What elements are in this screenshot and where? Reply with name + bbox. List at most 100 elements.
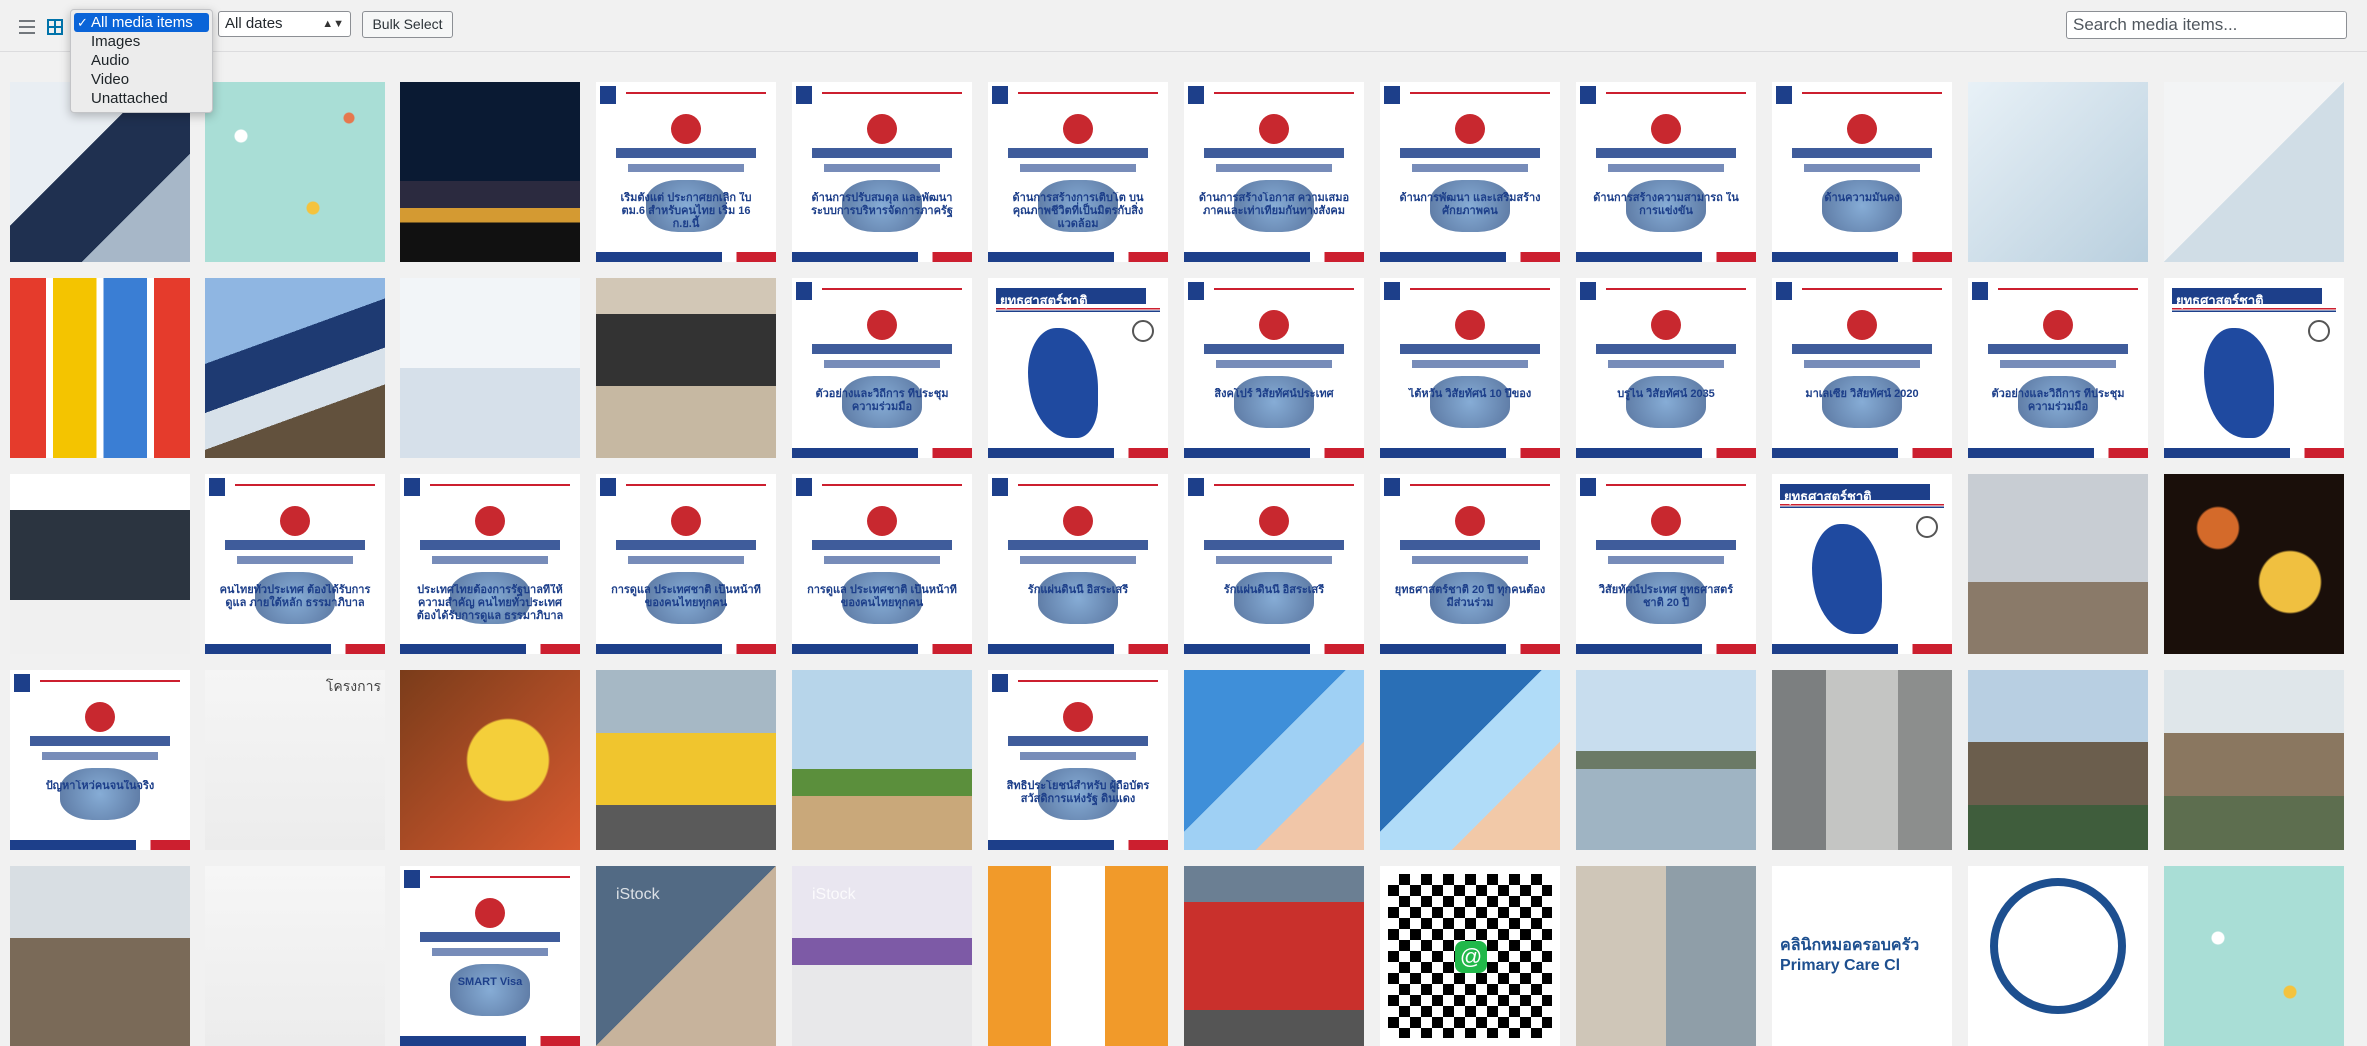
attachment-thumbnail: รักแผ่นดินนี้ อิสระเสรี <box>988 474 1168 654</box>
media-attachment-housing[interactable]: ปัญหาโหว่คนจนในจริง <box>10 670 190 850</box>
media-attachment-buses[interactable] <box>10 278 190 458</box>
media-attachment-slum-houses[interactable] <box>1968 670 2148 850</box>
media-attachment-smart-visa[interactable]: SMART Visa <box>400 866 580 1046</box>
poster-clock <box>2308 320 2330 342</box>
media-attachment-devices-website[interactable] <box>10 474 190 654</box>
attachment-thumbnail: วิสัยทัศน์ประเทศ ยุทธศาสตร์ชาติ 20 ปี <box>1576 474 1756 654</box>
media-attachment-demolition[interactable] <box>10 866 190 1046</box>
attachment-thumbnail: ยุทธศาสตร์ชาติ <box>988 278 1168 458</box>
type-option-images[interactable]: Images <box>71 32 212 51</box>
media-attachment-benefits-card[interactable]: สิทธิประโยชน์สำหรับ ผู้ถือบัตรสวัสดิการแ… <box>988 670 1168 850</box>
poster-redline <box>1410 288 1550 290</box>
type-option-unattached[interactable]: Unattached <box>71 89 212 108</box>
search-media-input[interactable] <box>2066 11 2347 39</box>
media-attachment-tv-logo[interactable] <box>1968 866 2148 1046</box>
media-attachment-id-card-2[interactable] <box>1380 670 1560 850</box>
attachment-thumbnail: ด้านความมั่นคง <box>1772 82 1952 262</box>
media-attachment-business-people-walking[interactable] <box>400 278 580 458</box>
media-attachment-brunei[interactable]: บรูไน วิสัยทัศน์ 2035 <box>1576 278 1756 458</box>
media-attachment-baby-clinic[interactable] <box>2164 82 2344 262</box>
type-option-audio[interactable]: Audio <box>71 51 212 70</box>
media-attachment-istock-train[interactable]: iStock <box>792 866 972 1046</box>
poster-logo <box>1384 86 1400 104</box>
media-attachment-pm-quote-4[interactable]: การดูแล ประเทศชาติ เป็นหน้าที่ ของคนไทยท… <box>792 474 972 654</box>
poster-map <box>1028 328 1098 438</box>
media-attachment-policy-2[interactable]: ด้านการสร้างความสามารถ ในการแข่งขัน <box>1576 82 1756 262</box>
poster-logo <box>600 86 616 104</box>
media-attachment-airport-night[interactable] <box>400 82 580 262</box>
bulk-select-button[interactable]: Bulk Select <box>362 11 453 38</box>
media-attachment-taiwan[interactable]: ไต้หวัน วิสัยทัศน์ 10 ปีของ <box>1380 278 1560 458</box>
thumbnail-caption: ปัญหาโหว่คนจนในจริง <box>45 780 155 792</box>
media-attachment-clinic-logo[interactable]: คลินิกหมอครอบครัว Primary Care Cl <box>1772 866 1952 1046</box>
media-attachment-elderly-collage[interactable] <box>1576 866 1756 1046</box>
media-attachment-pills-teal[interactable] <box>205 82 385 262</box>
media-attachment-asean-costumes[interactable]: ตัวอย่างและวิถีการ ที่ประชุมความร่วมมือ <box>792 278 972 458</box>
poster-title-bar2 <box>237 556 353 564</box>
poster-title-bar <box>1596 344 1736 354</box>
thumbnail-caption: ด้านการปรับสมดุล และพัฒนาระบบการบริหารจั… <box>811 192 953 217</box>
attachment-thumbnail: คนไทยทั่วประเทศ ต้องได้รับการดูแล ภายใต้… <box>205 474 385 654</box>
attachment-thumbnail: ด้านการสร้างโอกาส ความเสมอภาคและเท่าเทีย… <box>1184 82 1364 262</box>
media-attachment-highspeed-train[interactable] <box>205 278 385 458</box>
media-attachment-policy-5[interactable]: ด้านการสร้างการเติบโต บนคุณภาพชีวิตที่เป… <box>988 82 1168 262</box>
poster-title-bar2 <box>824 164 940 172</box>
media-attachment-malaysia[interactable]: มาเลเซีย วิสัยทัศน์ 2020 <box>1772 278 1952 458</box>
media-attachment-singapore[interactable]: สิงคโปร์ วิสัยทัศน์ประเทศ <box>1184 278 1364 458</box>
thumbnail-caption: การดูแล ประเทศชาติ เป็นหน้าที่ ของคนไทยท… <box>807 584 957 609</box>
media-attachment-strategy-map-2[interactable]: ยุทธศาสตร์ชาติ <box>2164 278 2344 458</box>
media-attachment-empty-room[interactable] <box>1772 670 1952 850</box>
media-attachment-policy-4[interactable]: ด้านการสร้างโอกาส ความเสมอภาคและเท่าเทีย… <box>1184 82 1364 262</box>
grid-view-button[interactable] <box>45 17 65 37</box>
poster-title-bar <box>616 148 756 158</box>
media-attachment-pm-quote-5[interactable]: รักแผ่นดินนี้ อิสระเสรี <box>988 474 1168 654</box>
poster-title-bar2 <box>1020 752 1136 760</box>
attachment-thumbnail <box>2164 670 2344 850</box>
poster-circle <box>1651 310 1681 340</box>
media-attachment-feet-shoes[interactable] <box>1968 474 2148 654</box>
media-attachment-strategy-6[interactable]: ยุทธศาสตร์ชาติ 20 ปี ทุกคนต้องมีส่วนร่วม <box>1380 474 1560 654</box>
attachment-thumbnail: ด้านการสร้างความสามารถ ในการแข่งขัน <box>1576 82 1756 262</box>
media-attachment-laptop-website[interactable] <box>596 278 776 458</box>
media-attachment-pm-quote-6[interactable]: รักแผ่นดินนี้ อิสระเสรี <box>1184 474 1364 654</box>
media-attachment-riverside-houses[interactable] <box>2164 670 2344 850</box>
media-attachment-phone-wifi-bokeh[interactable] <box>2164 474 2344 654</box>
media-attachment-istock-team[interactable]: iStock <box>596 866 776 1046</box>
media-attachment-red-bus[interactable] <box>1184 866 1364 1046</box>
media-attachment-rail-map[interactable]: โครงการ <box>205 670 385 850</box>
media-attachment-pm-quote-3[interactable]: การดูแล ประเทศชาติ เป็นหน้าที่ ของคนไทยท… <box>596 474 776 654</box>
media-attachment-asean-costumes-2[interactable]: ตัวอย่างและวิถีการ ที่ประชุมความร่วมมือ <box>1968 278 2148 458</box>
attachment-thumbnail <box>1184 670 1364 850</box>
poster-stripe <box>1184 644 1364 654</box>
media-attachment-vision[interactable]: วิสัยทัศน์ประเทศ ยุทธศาสตร์ชาติ 20 ปี <box>1576 474 1756 654</box>
media-attachment-pills-teal-2[interactable] <box>2164 866 2344 1046</box>
media-attachment-purple-line-map[interactable] <box>205 866 385 1046</box>
poster-title-bar2 <box>1412 360 1528 368</box>
poster-logo <box>1188 86 1204 104</box>
media-attachment-doctor-hands[interactable] <box>1968 82 2148 262</box>
media-attachment-pm-quote-1[interactable]: คนไทยทั่วประเทศ ต้องได้รับการดูแล ภายใต้… <box>205 474 385 654</box>
media-attachment-canal[interactable] <box>1576 670 1756 850</box>
list-view-button[interactable] <box>17 17 37 37</box>
attachment-thumbnail: ด้านการพัฒนา และเสริมสร้างศักยภาพคน <box>1380 82 1560 262</box>
date-filter[interactable]: All dates ▲▼ <box>218 11 351 37</box>
media-attachment-strategy-map[interactable]: ยุทธศาสตร์ชาติ <box>988 278 1168 458</box>
media-attachment-qr-code[interactable]: @ <box>1380 866 1560 1046</box>
media-attachment-buses-arrow[interactable] <box>988 866 1168 1046</box>
poster-title-bar <box>1596 148 1736 158</box>
media-attachment-taxi[interactable] <box>596 670 776 850</box>
media-attachment-strategy-map-3[interactable]: ยุทธศาสตร์ชาติ <box>1772 474 1952 654</box>
thumbnail-caption: ด้านความมั่นคง <box>1824 192 1900 204</box>
type-option-video[interactable]: Video <box>71 70 212 89</box>
media-attachment-passport[interactable]: เริ่มตั้งแต่ ประกาศยกเลิก ใบ ตม.6 สำหรับ… <box>596 82 776 262</box>
media-attachment-phone-wifi[interactable] <box>400 670 580 850</box>
attachment-thumbnail <box>400 670 580 850</box>
type-option-all[interactable]: ✓ All media items <box>74 13 209 32</box>
media-attachment-id-card-1[interactable] <box>1184 670 1364 850</box>
poster-redline <box>1214 288 1354 290</box>
media-attachment-policy-1[interactable]: ด้านความมั่นคง <box>1772 82 1952 262</box>
media-attachment-policy-6[interactable]: ด้านการปรับสมดุล และพัฒนาระบบการบริหารจั… <box>792 82 972 262</box>
media-attachment-policy-3[interactable]: ด้านการพัฒนา และเสริมสร้างศักยภาพคน <box>1380 82 1560 262</box>
media-attachment-tree-city[interactable] <box>792 670 972 850</box>
media-attachment-pm-quote-2[interactable]: ประเทศไทยต้องการรัฐบาลที่ให้ความสำคัญ คน… <box>400 474 580 654</box>
